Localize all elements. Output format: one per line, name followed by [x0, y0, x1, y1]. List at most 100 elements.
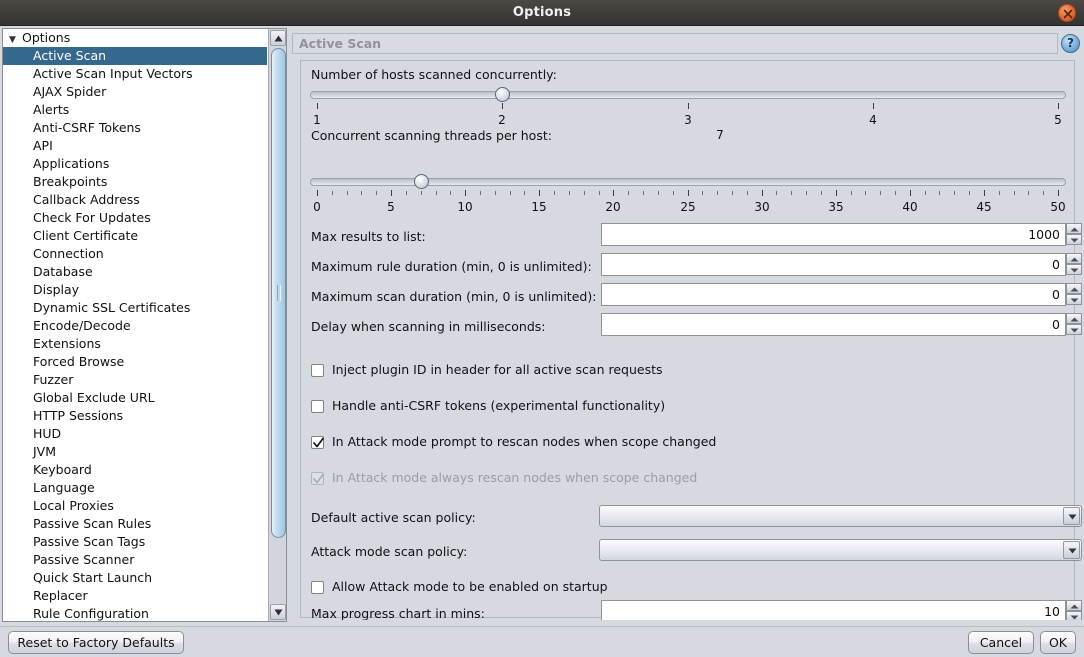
slider-tick [1058, 103, 1059, 109]
spinner-down-icon[interactable] [1066, 264, 1082, 275]
sidebar-item-callback-address[interactable]: Callback Address [3, 191, 267, 209]
cancel-button[interactable]: Cancel [968, 631, 1034, 654]
default-active-scan-policy-select[interactable] [599, 505, 1082, 527]
sidebar-item-forced-browse[interactable]: Forced Browse [3, 353, 267, 371]
delay-when-scanning-in-millisecond-spinner[interactable] [1066, 313, 1082, 336]
sidebar-item-label: HUD [33, 426, 61, 441]
hosts-concurrent-slider-thumb[interactable] [495, 87, 510, 102]
sidebar-item-database[interactable]: Database [3, 263, 267, 281]
maximum-rule-duration-min-0-is-unl-spinner[interactable] [1066, 253, 1082, 276]
sidebar-item-check-for-updates[interactable]: Check For Updates [3, 209, 267, 227]
delay-when-scanning-in-millisecond-input[interactable]: 0 [601, 313, 1066, 336]
window-titlebar: Options [0, 0, 1084, 26]
sidebar-item-connection[interactable]: Connection [3, 245, 267, 263]
sidebar-item-active-scan-input-vectors[interactable]: Active Scan Input Vectors [3, 65, 267, 83]
slider-tick [1058, 190, 1059, 196]
slider-minor-tick [1014, 191, 1015, 195]
maximum-scan-duration-min-0-is-unl-spinner[interactable] [1066, 283, 1082, 306]
sidebar-item-local-proxies[interactable]: Local Proxies [3, 497, 267, 515]
sidebar-item-hud[interactable]: HUD [3, 425, 267, 443]
max-results-to-list-input[interactable]: 1000 [601, 223, 1066, 246]
tree-scrollbar-thumb[interactable] [271, 48, 286, 538]
sidebar-item-client-certificate[interactable]: Client Certificate [3, 227, 267, 245]
hosts-concurrent-slider-track[interactable] [310, 91, 1066, 99]
sidebar-item-alerts[interactable]: Alerts [3, 101, 267, 119]
slider-tick-label: 40 [890, 200, 930, 214]
sidebar-item-replacer[interactable]: Replacer [3, 587, 267, 605]
spinner-up-icon[interactable] [1066, 313, 1082, 324]
slider-minor-tick [361, 191, 362, 195]
sidebar-item-label: Breakpoints [33, 174, 107, 189]
sidebar-item-label: JVM [33, 444, 56, 459]
sidebar-item-keyboard[interactable]: Keyboard [3, 461, 267, 479]
scroll-down-icon[interactable] [270, 604, 286, 620]
inject-plugin-id-in-header-for-all-activ-checkbox[interactable] [311, 364, 324, 377]
slider-minor-tick [450, 191, 451, 195]
sidebar-item-language[interactable]: Language [3, 479, 267, 497]
slider-minor-tick [806, 191, 807, 195]
sidebar-item-display[interactable]: Display [3, 281, 267, 299]
spinner-up-icon[interactable] [1066, 253, 1082, 264]
sidebar-item-dynamic-ssl-certificates[interactable]: Dynamic SSL Certificates [3, 299, 267, 317]
sidebar-item-quick-start-launch[interactable]: Quick Start Launch [3, 569, 267, 587]
default-active-scan-policy-label: Default active scan policy: [311, 510, 476, 525]
slider-tick-label: 20 [593, 200, 633, 214]
allow-attack-startup-checkbox[interactable] [311, 581, 324, 594]
scrollbar-grip-icon [277, 285, 281, 301]
chevron-down-icon[interactable] [1063, 507, 1080, 525]
settings-group-box: Number of hosts scanned concurrently: 12… [300, 60, 1075, 618]
spinner-down-icon[interactable] [1066, 294, 1082, 305]
sidebar-item-anti-csrf-tokens[interactable]: Anti-CSRF Tokens [3, 119, 267, 137]
maximum-rule-duration-min-0-is-unl-input[interactable]: 0 [601, 253, 1066, 276]
sidebar-item-api[interactable]: API [3, 137, 267, 155]
close-icon[interactable] [1058, 4, 1076, 22]
checkmark-icon [313, 437, 324, 449]
slider-minor-tick [702, 191, 703, 195]
sidebar-item-jvm[interactable]: JVM [3, 443, 267, 461]
sidebar-item-rule-configuration[interactable]: Rule Configuration [3, 605, 267, 621]
sidebar-item-passive-scanner[interactable]: Passive Scanner [3, 551, 267, 569]
sidebar-item-ajax-spider[interactable]: AJAX Spider [3, 83, 267, 101]
reset-to-factory-defaults-button[interactable]: Reset to Factory Defaults [8, 631, 184, 654]
spinner-down-glyph [1070, 238, 1079, 243]
tree-root-options[interactable]: ▼Options [3, 29, 267, 47]
sidebar-item-global-exclude-url[interactable]: Global Exclude URL [3, 389, 267, 407]
spinner-down-icon[interactable] [1066, 611, 1082, 620]
tree-scrollbar[interactable] [268, 29, 286, 621]
spinner-up-icon[interactable] [1066, 223, 1082, 234]
ok-button[interactable]: OK [1040, 631, 1076, 654]
sidebar-item-applications[interactable]: Applications [3, 155, 267, 173]
sidebar-item-http-sessions[interactable]: HTTP Sessions [3, 407, 267, 425]
sidebar-item-encode-decode[interactable]: Encode/Decode [3, 317, 267, 335]
sidebar-item-passive-scan-tags[interactable]: Passive Scan Tags [3, 533, 267, 551]
scroll-up-icon[interactable] [270, 30, 286, 46]
slider-minor-tick [584, 191, 585, 195]
max-progress-chart-spinner[interactable] [1066, 600, 1082, 620]
slider-minor-tick [895, 191, 896, 195]
help-icon[interactable]: ? [1061, 34, 1080, 53]
slider-tick [539, 190, 540, 196]
sidebar-item-extensions[interactable]: Extensions [3, 335, 267, 353]
spinner-up-icon[interactable] [1066, 600, 1082, 611]
slider-minor-tick [673, 191, 674, 195]
slider-minor-tick [347, 191, 348, 195]
sidebar-item-passive-scan-rules[interactable]: Passive Scan Rules [3, 515, 267, 533]
chevron-down-icon[interactable] [1063, 541, 1080, 559]
spinner-down-icon[interactable] [1066, 234, 1082, 245]
expand-triangle-icon[interactable]: ▼ [9, 31, 22, 49]
attack-mode-scan-policy-select[interactable] [599, 539, 1082, 561]
sidebar-item-fuzzer[interactable]: Fuzzer [3, 371, 267, 389]
sidebar-item-active-scan[interactable]: Active Scan [3, 47, 267, 65]
sidebar-item-breakpoints[interactable]: Breakpoints [3, 173, 267, 191]
slider-minor-tick [925, 191, 926, 195]
max-results-to-list-spinner[interactable] [1066, 223, 1082, 246]
handle-anti-csrf-tokens-experimental-fun-checkbox[interactable] [311, 400, 324, 413]
threads-per-host-slider-thumb[interactable] [414, 174, 429, 189]
slider-tick [502, 103, 503, 109]
max-progress-chart-input[interactable]: 10 [601, 600, 1066, 620]
spinner-up-icon[interactable] [1066, 283, 1082, 294]
maximum-scan-duration-min-0-is-unl-input[interactable]: 0 [601, 283, 1066, 306]
settings-panel: Active Scan ? Number of hosts scanned co… [292, 28, 1082, 622]
in-attack-mode-prompt-to-rescan-nodes-wh-checkbox[interactable] [311, 436, 324, 449]
spinner-down-icon[interactable] [1066, 324, 1082, 335]
